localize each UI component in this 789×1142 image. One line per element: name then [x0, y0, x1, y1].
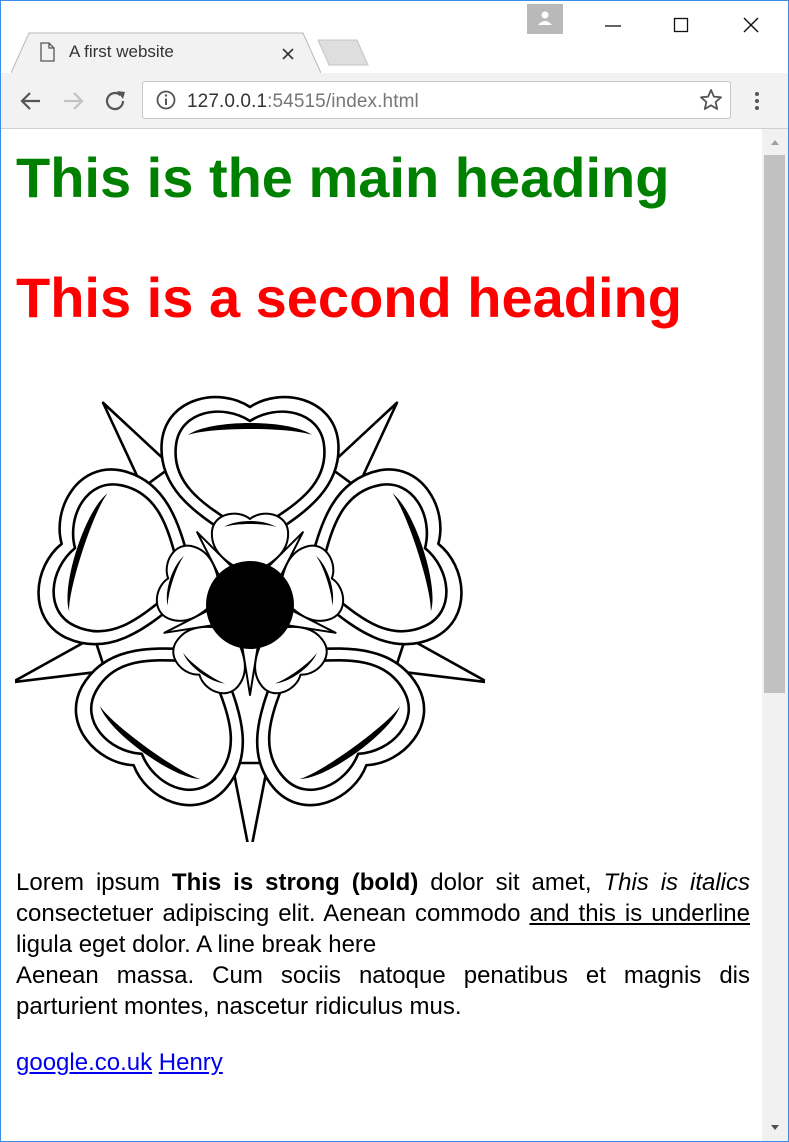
maximize-button[interactable]	[659, 7, 703, 43]
para-text-3: consectetuer adipiscing elit. Aenean com…	[16, 900, 530, 927]
italic-text: This is italics	[603, 869, 750, 896]
underline-text: and this is underline	[529, 900, 751, 927]
main-heading: This is the main heading	[16, 146, 670, 209]
browser-window: A first website 127.0.0.1:54515/index.ht…	[0, 0, 789, 1142]
para-text-1: Lorem ipsum	[16, 869, 172, 896]
body-paragraph: Lorem ipsum This is strong (bold) dolor …	[16, 867, 750, 1022]
link-henry[interactable]: Henry	[159, 1049, 223, 1076]
star-icon[interactable]	[699, 88, 723, 112]
more-vert-icon	[755, 92, 759, 110]
minimize-icon	[605, 25, 621, 27]
minimize-button[interactable]	[591, 7, 635, 43]
url-text[interactable]: 127.0.0.1:54515/index.html	[187, 91, 419, 113]
reload-icon	[105, 91, 125, 111]
tab-title: A first website	[69, 42, 174, 61]
back-arrow-icon	[20, 92, 40, 110]
para-text-4: ligula eget dolor. A line break here	[16, 931, 377, 958]
vertical-scrollbar[interactable]	[762, 129, 788, 1141]
user-icon	[538, 11, 552, 25]
info-icon[interactable]	[155, 89, 177, 111]
scroll-up-icon[interactable]	[762, 133, 788, 153]
scroll-down-icon[interactable]	[762, 1117, 788, 1137]
para-text-2: dolor sit amet,	[418, 869, 604, 896]
tudor-rose-image	[15, 395, 485, 842]
document-icon	[40, 42, 55, 62]
maximize-icon	[673, 17, 689, 33]
close-tab-icon[interactable]	[281, 47, 295, 61]
title-bar: A first website	[1, 1, 788, 74]
second-heading: This is a second heading	[16, 266, 682, 329]
forward-button[interactable]	[59, 87, 87, 115]
reload-button[interactable]	[101, 87, 129, 115]
new-tab-button[interactable]	[315, 39, 371, 67]
back-button[interactable]	[17, 87, 45, 115]
strong-text: This is strong (bold)	[171, 869, 419, 896]
forward-arrow-icon	[64, 92, 84, 110]
toolbar: 127.0.0.1:54515/index.html	[1, 73, 788, 129]
link-google[interactable]: google.co.uk	[16, 1049, 152, 1076]
address-bar[interactable]: 127.0.0.1:54515/index.html	[142, 81, 731, 119]
scrollbar-thumb[interactable]	[764, 155, 785, 693]
new-tab-icon	[317, 39, 369, 66]
menu-button[interactable]	[747, 87, 767, 115]
para-text-5: Aenean massa. Cum sociis natoque penatib…	[16, 962, 750, 1020]
links-row: google.co.uk Henry	[16, 1049, 223, 1077]
profile-button[interactable]	[527, 4, 563, 34]
close-icon	[743, 17, 759, 33]
close-window-button[interactable]	[729, 7, 773, 43]
page-viewport: This is the main heading This is a secon…	[1, 129, 762, 1141]
url-path: :54515/index.html	[267, 91, 419, 112]
url-host: 127.0.0.1	[187, 91, 268, 112]
